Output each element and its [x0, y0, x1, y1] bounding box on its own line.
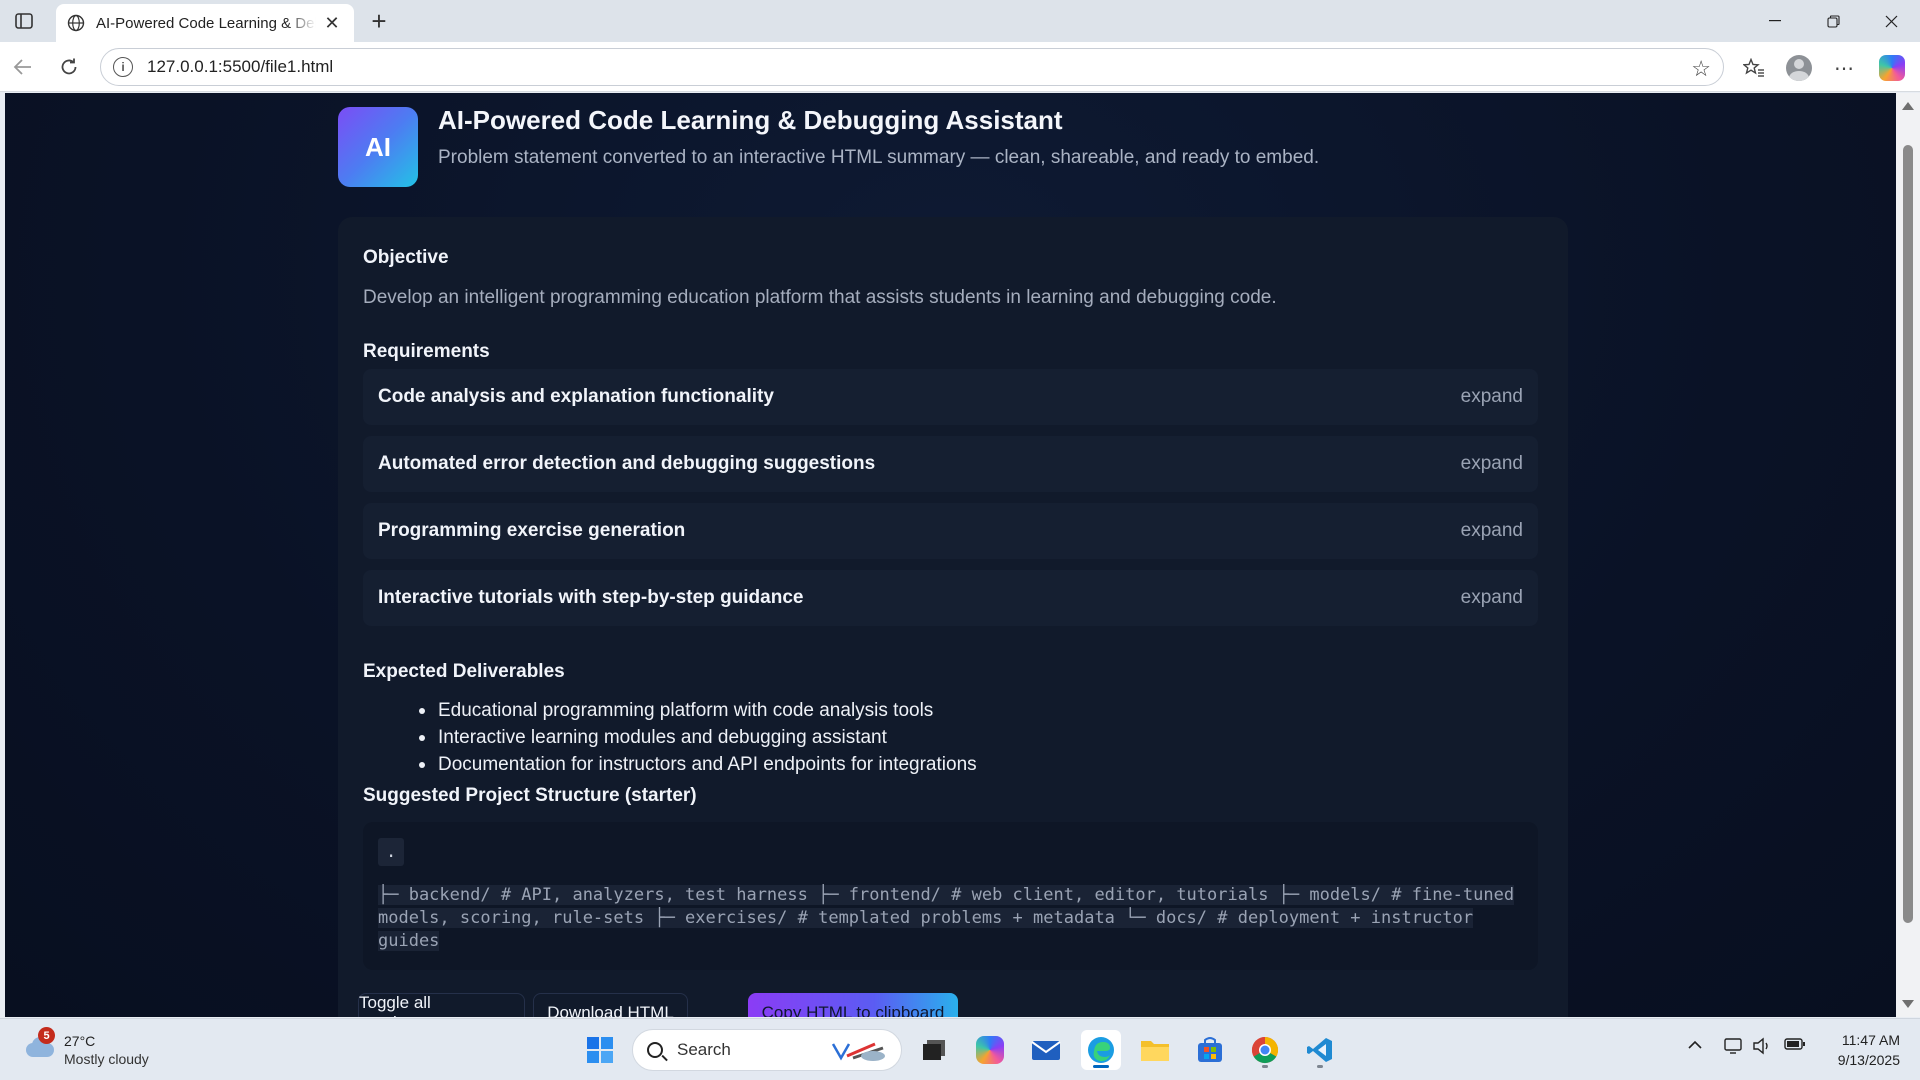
volume-icon[interactable] [1752, 1037, 1772, 1060]
toggle-all-button[interactable]: Toggle all requirements [358, 993, 525, 1017]
active-indicator [1093, 1065, 1109, 1068]
search-placeholder: Search [677, 1040, 731, 1059]
mail-icon[interactable] [1026, 1030, 1066, 1070]
site-info-icon[interactable]: i [113, 57, 133, 77]
project-structure-code: . ├─ backend/ # API, analyzers, test har… [363, 822, 1538, 970]
tab-title: AI-Powered Code Learning & Debugging Ass… [96, 14, 316, 32]
summary-card: Objective Develop an intelligent program… [338, 217, 1568, 1017]
list-item: Interactive learning modules and debuggi… [419, 724, 977, 751]
copilot-taskbar-icon[interactable] [970, 1030, 1010, 1070]
globe-icon [66, 13, 86, 33]
requirement-label: Programming exercise generation [378, 520, 686, 541]
browser-toolbar: i 127.0.0.1:5500/file1.html ☆ ⋯ [0, 42, 1920, 92]
profile-avatar[interactable] [1783, 52, 1815, 84]
search-icon [647, 1042, 663, 1058]
page-viewport: AI AI-Powered Code Learning & Debugging … [5, 93, 1896, 1017]
battery-icon[interactable] [1784, 1037, 1806, 1056]
taskbar-search[interactable]: Search [632, 1029, 902, 1071]
favorites-icon[interactable] [1738, 52, 1770, 84]
requirement-item[interactable]: Automated error detection and debugging … [363, 436, 1538, 492]
page-subtitle: Problem statement converted to an intera… [438, 147, 1320, 168]
copy-html-button[interactable]: Copy HTML to clipboard [748, 993, 958, 1017]
show-hidden-icons-icon[interactable] [1688, 1037, 1702, 1055]
network-icon[interactable] [1724, 1037, 1744, 1060]
tab-actions-icon[interactable] [12, 9, 36, 33]
minimize-button[interactable] [1746, 0, 1804, 42]
url-text: 127.0.0.1:5500/file1.html [147, 57, 334, 76]
requirement-item[interactable]: Programming exercise generation expand [363, 503, 1538, 559]
file-explorer-icon[interactable] [1135, 1030, 1175, 1070]
start-button[interactable] [580, 1030, 620, 1070]
deliverables-heading: Expected Deliverables [363, 661, 565, 682]
running-indicator [1317, 1065, 1323, 1068]
requirements-heading: Requirements [363, 341, 490, 362]
chrome-icon[interactable] [1245, 1030, 1285, 1070]
address-bar[interactable]: i 127.0.0.1:5500/file1.html ☆ [100, 48, 1724, 86]
close-window-button[interactable] [1862, 0, 1920, 42]
list-item: Documentation for instructors and API en… [419, 751, 977, 778]
vscode-icon[interactable] [1300, 1030, 1340, 1070]
page-title: AI-Powered Code Learning & Debugging Ass… [438, 105, 1063, 135]
clock-date: 9/13/2025 [1837, 1052, 1900, 1068]
structure-heading: Suggested Project Structure (starter) [363, 785, 697, 806]
browser-tab-active[interactable]: AI-Powered Code Learning & Debugging Ass… [56, 4, 354, 42]
requirement-item[interactable]: Code analysis and explanation functional… [363, 369, 1538, 425]
store-icon[interactable] [1190, 1030, 1230, 1070]
browser-tab-bar: AI-Powered Code Learning & Debugging Ass… [0, 0, 1920, 42]
weather-widget[interactable]: 5 27°C Mostly cloudy [22, 1027, 182, 1073]
windows-taskbar: 5 27°C Mostly cloudy Search 11:47 AM 9/1… [0, 1018, 1920, 1080]
expand-toggle[interactable]: expand [1461, 453, 1523, 475]
structure-tree-block: ├─ backend/ # API, analyzers, test harne… [378, 884, 1523, 953]
system-clock[interactable]: 11:47 AM 9/13/2025 [1838, 1030, 1900, 1070]
more-options-icon[interactable]: ⋯ [1828, 52, 1860, 84]
objective-heading: Objective [363, 247, 449, 268]
requirement-item[interactable]: Interactive tutorials with step-by-step … [363, 570, 1538, 626]
search-highlight-icon [831, 1042, 885, 1061]
objective-text: Develop an intelligent programming educa… [363, 287, 1277, 308]
edge-browser-icon[interactable] [1081, 1030, 1121, 1070]
favorite-star-icon[interactable]: ☆ [1691, 56, 1711, 82]
deliverables-list: Educational programming platform with co… [419, 697, 977, 778]
structure-tree: ├─ backend/ # API, analyzers, test harne… [378, 885, 1515, 951]
restore-button[interactable] [1804, 0, 1862, 42]
clock-time: 11:47 AM [1841, 1032, 1900, 1048]
expand-toggle[interactable]: expand [1461, 386, 1523, 408]
back-button[interactable] [8, 52, 38, 82]
requirement-label: Code analysis and explanation functional… [378, 386, 774, 407]
page-scrollbar[interactable] [1896, 93, 1920, 1017]
reload-button[interactable] [54, 52, 84, 82]
expand-toggle[interactable]: expand [1461, 587, 1523, 609]
app-logo: AI [338, 107, 418, 187]
running-indicator [1262, 1065, 1268, 1068]
scroll-up-arrow-icon[interactable] [1902, 102, 1914, 110]
scroll-down-arrow-icon[interactable] [1902, 1000, 1914, 1008]
task-view-icon[interactable] [914, 1030, 954, 1070]
new-tab-button[interactable]: + [364, 6, 394, 36]
weather-temperature: 27°C [64, 1033, 96, 1049]
structure-root: . [378, 838, 405, 866]
expand-toggle[interactable]: expand [1461, 520, 1523, 542]
scrollbar-thumb[interactable] [1903, 145, 1913, 923]
copilot-icon[interactable] [1876, 52, 1908, 84]
weather-description: Mostly cloudy [64, 1051, 149, 1067]
requirement-label: Automated error detection and debugging … [378, 453, 876, 474]
download-html-button[interactable]: Download HTML [533, 993, 688, 1017]
list-item: Educational programming platform with co… [419, 697, 977, 724]
requirement-label: Interactive tutorials with step-by-step … [378, 587, 804, 608]
tab-close-icon[interactable]: ✕ [320, 11, 344, 35]
weather-badge: 5 [38, 1027, 55, 1044]
